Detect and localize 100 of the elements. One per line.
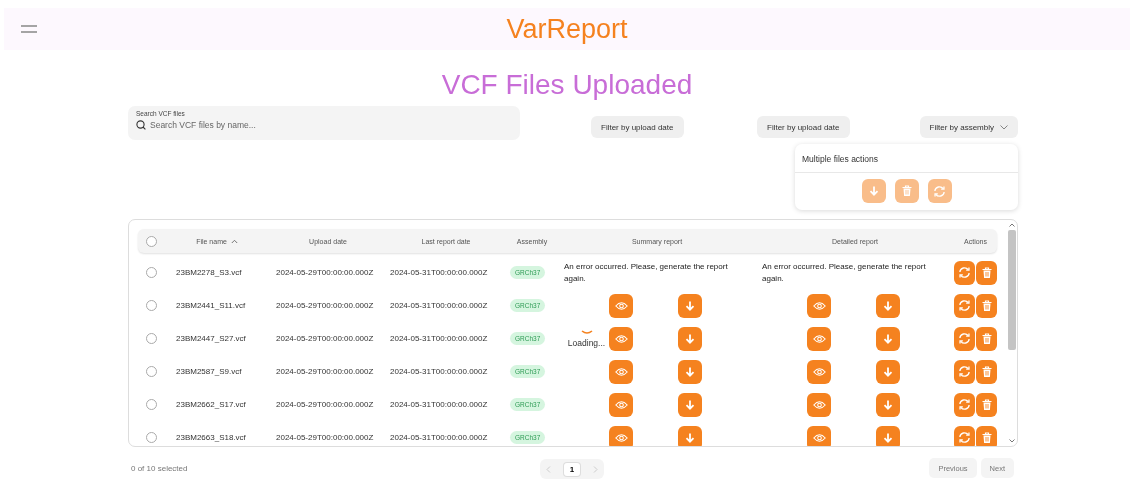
- eye-icon: [812, 300, 826, 311]
- eye-icon: [812, 366, 826, 377]
- delete-button[interactable]: [976, 359, 997, 384]
- eye-icon: [614, 399, 628, 410]
- file-name: 23BM2441_S11.vcf: [176, 301, 246, 310]
- eye-icon: [812, 333, 826, 344]
- delete-button[interactable]: [976, 425, 997, 446]
- row-checkbox[interactable]: [146, 432, 157, 443]
- down-arrow-icon: [882, 398, 894, 411]
- report-date: 2024-05-31T00:00:00.000Z: [390, 367, 488, 376]
- download-button[interactable]: [678, 293, 702, 318]
- upload-date: 2024-05-29T00:00:00.000Z: [276, 301, 374, 310]
- delete-button[interactable]: [976, 326, 997, 351]
- file-name: 23BM2663_S18.vcf: [176, 433, 246, 442]
- delete-button[interactable]: [976, 293, 997, 318]
- view-button[interactable]: [807, 359, 831, 384]
- eye-icon: [812, 432, 826, 443]
- app-title: VarReport: [506, 13, 628, 45]
- down-arrow-icon: [684, 431, 696, 444]
- view-button[interactable]: [807, 392, 831, 417]
- refresh-icon: [958, 332, 971, 345]
- page-button[interactable]: 1: [563, 462, 581, 476]
- down-arrow-icon: [882, 299, 894, 312]
- regenerate-button[interactable]: [954, 425, 975, 446]
- scroll-thumb[interactable]: [1008, 230, 1016, 350]
- eye-icon: [614, 366, 628, 377]
- trash-icon: [980, 365, 993, 378]
- select-all-checkbox[interactable]: [146, 235, 157, 247]
- delete-button[interactable]: [976, 392, 997, 417]
- search-icon: [136, 120, 146, 130]
- trash-icon: [980, 266, 993, 279]
- down-arrow-icon: [684, 299, 696, 312]
- row-checkbox[interactable]: [146, 300, 157, 311]
- report-date: 2024-05-31T00:00:00.000Z: [390, 400, 488, 409]
- row-checkbox[interactable]: [146, 399, 157, 410]
- filter-button[interactable]: Filter by upload date: [757, 116, 850, 138]
- menu-icon: [21, 25, 37, 33]
- file-name: 23BM2447_S27.vcf: [176, 334, 246, 343]
- filter-button[interactable]: Filter by upload date: [591, 116, 684, 138]
- trash-icon: [980, 332, 993, 345]
- download-button[interactable]: [678, 392, 702, 417]
- regenerate-button[interactable]: [954, 326, 975, 351]
- filter-button[interactable]: Filter by assembly: [919, 116, 1018, 138]
- down-arrow-icon: [882, 365, 894, 378]
- upload-date: 2024-05-29T00:00:00.000Z: [276, 367, 374, 376]
- row-checkbox[interactable]: [146, 333, 157, 344]
- regenerate-button[interactable]: [954, 392, 975, 417]
- panel-title: Multiple files actions: [795, 144, 1018, 173]
- delete-button[interactable]: [976, 260, 997, 285]
- page-title: VCF Files Uploaded: [440, 68, 694, 102]
- report-date: 2024-05-31T00:00:00.000Z: [390, 268, 488, 277]
- error-message: An error occurred. Please, generate the report again.: [564, 260, 729, 285]
- eye-icon: [614, 300, 628, 311]
- upload-date: 2024-05-29T00:00:00.000Z: [276, 334, 374, 343]
- report-date: 2024-05-31T00:00:00.000Z: [390, 301, 488, 310]
- scroll-up-icon: [1009, 223, 1015, 227]
- refresh-icon: [958, 431, 971, 444]
- view-button[interactable]: [609, 326, 633, 351]
- file-name: 23BM2662_S17.vcf: [176, 400, 246, 409]
- loading-text: Loading...: [567, 337, 606, 348]
- search-input[interactable]: Search VCF files by name...: [150, 120, 490, 130]
- trash-icon: [900, 185, 913, 197]
- refresh-icon: [933, 184, 946, 198]
- report-date: 2024-05-31T00:00:00.000Z: [390, 334, 488, 343]
- down-arrow-icon: [684, 398, 696, 411]
- download-button[interactable]: [876, 326, 900, 351]
- regenerate-button[interactable]: [954, 260, 975, 285]
- download-button[interactable]: [876, 359, 900, 384]
- upload-date: 2024-05-29T00:00:00.000Z: [276, 400, 374, 409]
- view-button[interactable]: [807, 293, 831, 318]
- refresh-icon: [958, 398, 971, 411]
- view-button[interactable]: [807, 425, 831, 446]
- eye-icon: [614, 333, 628, 344]
- trash-icon: [980, 299, 993, 312]
- regenerate-button[interactable]: [954, 359, 975, 384]
- down-arrow-icon: [882, 332, 894, 345]
- row-checkbox[interactable]: [146, 267, 157, 278]
- refresh-icon: [958, 266, 971, 279]
- eye-icon: [812, 399, 826, 410]
- download-button[interactable]: [876, 392, 900, 417]
- view-button[interactable]: [609, 392, 633, 417]
- download-button[interactable]: [678, 359, 702, 384]
- download-button[interactable]: [678, 326, 702, 351]
- download-button[interactable]: [876, 293, 900, 318]
- menu-button[interactable]: [21, 25, 37, 33]
- view-button[interactable]: [609, 425, 633, 446]
- scroll-down-icon: [1009, 439, 1015, 443]
- row-checkbox[interactable]: [146, 366, 157, 377]
- view-button[interactable]: [609, 293, 633, 318]
- download-button[interactable]: [678, 425, 702, 446]
- view-button[interactable]: [807, 326, 831, 351]
- regenerate-button[interactable]: [954, 293, 975, 318]
- view-button[interactable]: [609, 359, 633, 384]
- download-button[interactable]: [876, 425, 900, 446]
- chevron-down-icon: [1000, 124, 1008, 130]
- down-arrow-icon: [882, 431, 894, 444]
- trash-icon: [980, 398, 993, 411]
- down-arrow-icon: [684, 365, 696, 378]
- upload-date: 2024-05-29T00:00:00.000Z: [276, 433, 374, 442]
- file-name: 23BM2278_S3.vcf: [176, 268, 242, 277]
